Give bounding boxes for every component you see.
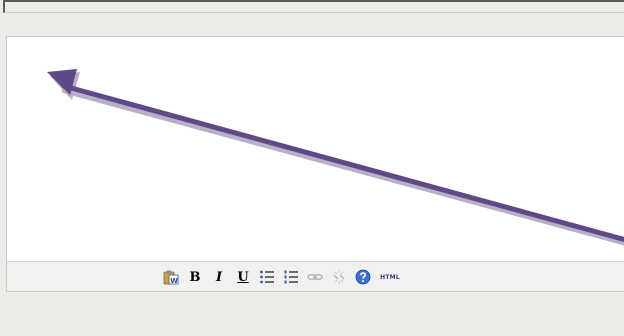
unlink-icon: [331, 269, 347, 285]
help-icon: [355, 269, 371, 285]
rich-text-editor: W B I U HTML: [6, 36, 624, 292]
bold-label: B: [189, 269, 201, 285]
html-button[interactable]: HTML: [379, 269, 401, 285]
top-text-input[interactable]: [5, 7, 624, 18]
underline-label: U: [237, 269, 249, 285]
bulleted-list-icon: [259, 269, 275, 285]
numbered-list-icon: [283, 269, 299, 285]
numbered-list-button[interactable]: [283, 269, 299, 285]
top-text-field[interactable]: [3, 0, 624, 18]
help-button[interactable]: [355, 269, 371, 285]
italic-label: I: [215, 269, 223, 285]
paste-word-icon: W: [163, 269, 179, 285]
bulleted-list-button[interactable]: [259, 269, 275, 285]
bold-button[interactable]: B: [187, 269, 203, 285]
link-icon: [307, 269, 323, 285]
link-button[interactable]: [307, 269, 323, 285]
underline-button[interactable]: U: [235, 269, 251, 285]
page-bottom-area: [0, 292, 624, 336]
editor-content-area[interactable]: [7, 37, 624, 263]
paste-from-word-button[interactable]: W: [163, 269, 179, 285]
italic-button[interactable]: I: [211, 269, 227, 285]
editor-toolbar: W B I U HTML: [7, 261, 624, 291]
svg-text:W: W: [170, 277, 178, 285]
html-label: HTML: [380, 273, 400, 281]
unlink-button[interactable]: [331, 269, 347, 285]
